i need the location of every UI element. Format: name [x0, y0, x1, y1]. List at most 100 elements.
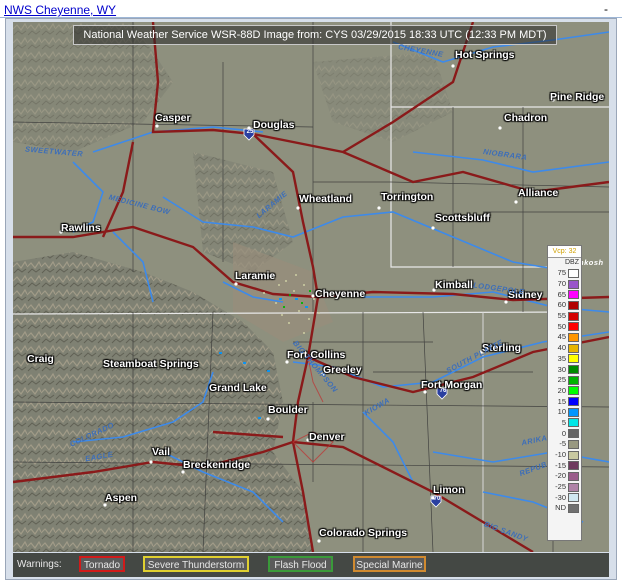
- city-label: Scottsbluff: [435, 212, 490, 224]
- legend-value: 70: [557, 279, 566, 289]
- legend-value: 55: [557, 311, 566, 321]
- legend-row: 50: [548, 321, 581, 332]
- legend-swatch: [568, 311, 579, 321]
- legend-row: 55: [548, 311, 581, 322]
- legend-swatch: [568, 279, 579, 289]
- city-label: Aspen: [105, 492, 138, 504]
- legend-swatch: [568, 300, 579, 310]
- legend-row: -5: [548, 439, 581, 450]
- legend-swatch: [568, 343, 579, 353]
- legend-row: -10: [548, 450, 581, 461]
- legend-row: 30: [548, 364, 581, 375]
- city-label: Hot Springs: [455, 49, 515, 61]
- legend-value: 35: [557, 353, 566, 363]
- special-marine-warning-button[interactable]: Special Marine: [353, 556, 426, 572]
- legend-swatch: [568, 461, 579, 471]
- legend-swatch: [568, 386, 579, 396]
- legend-swatch: [568, 354, 579, 364]
- legend-value: -30: [555, 492, 566, 502]
- legend-row: 60: [548, 300, 581, 311]
- legend-value: -25: [555, 482, 566, 492]
- legend-value: 65: [557, 289, 566, 299]
- legend-value: 20: [557, 385, 566, 395]
- interstate-shield-label: 25: [246, 129, 254, 135]
- city-label: Casper: [155, 112, 191, 124]
- legend-swatch: [568, 493, 579, 503]
- legend-row: 65: [548, 289, 581, 300]
- legend-swatch: [568, 375, 579, 385]
- legend-value: 25: [557, 375, 566, 385]
- legend-row: 0: [548, 428, 581, 439]
- city-label: Grand Lake: [209, 382, 267, 394]
- legend-value: 5: [561, 417, 566, 427]
- city-label: Laramie: [235, 270, 276, 282]
- legend-swatch: [568, 482, 579, 492]
- legend-unit: DBZ: [565, 259, 579, 266]
- legend-value: 10: [557, 407, 566, 417]
- legend-value: 15: [557, 396, 566, 406]
- legend-swatch: [568, 429, 579, 439]
- legend-value: -20: [555, 471, 566, 481]
- legend-row: 35: [548, 354, 581, 365]
- city-label: Douglas: [253, 119, 295, 131]
- legend-row: -25: [548, 482, 581, 493]
- warnings-bar: Warnings: Tornado Severe Thunderstorm Fl…: [13, 553, 609, 577]
- legend-row: 10: [548, 407, 581, 418]
- vcp-label: Vcp: 32: [548, 246, 581, 258]
- minimize-control[interactable]: -: [604, 2, 608, 16]
- nws-cheyenne-link[interactable]: NWS Cheyenne, WY: [4, 3, 116, 17]
- legend-swatch: [568, 268, 579, 278]
- city-label: Denver: [309, 431, 345, 443]
- legend-swatch: [568, 332, 579, 342]
- legend-row: 20: [548, 386, 581, 397]
- legend-value: -5: [559, 439, 566, 449]
- legend-value: ND: [555, 503, 566, 513]
- city-label: Breckenridge: [183, 459, 251, 471]
- legend-swatch: [568, 397, 579, 407]
- legend-value: 75: [557, 268, 566, 278]
- city-label: Greeley: [323, 364, 362, 376]
- city-label: Colorado Springs: [319, 527, 408, 539]
- legend-value: 60: [557, 300, 566, 310]
- legend-row: 40: [548, 343, 581, 354]
- legend-row: 45: [548, 332, 581, 343]
- legend-swatch: [568, 407, 579, 417]
- legend-value: 0: [561, 428, 566, 438]
- interstate-shield-label: 70: [433, 496, 441, 502]
- legend-value: -10: [555, 450, 566, 460]
- city-label: Cheyenne: [315, 288, 366, 300]
- legend-row: -30: [548, 492, 581, 503]
- city-label: Wheatland: [299, 193, 353, 205]
- city-label: Vail: [152, 446, 171, 458]
- radar-map: National Weather Service WSR-88D Image f…: [13, 22, 609, 552]
- severe-thunderstorm-warning-button[interactable]: Severe Thunderstorm: [143, 556, 249, 572]
- interstate-shield-label: 76: [439, 388, 447, 394]
- legend-row: 5: [548, 418, 581, 429]
- legend-row: 70: [548, 279, 581, 290]
- legend-value: 30: [557, 364, 566, 374]
- city-label: Pine Ridge: [550, 91, 605, 103]
- legend-row: 25: [548, 375, 581, 386]
- legend-value: 50: [557, 321, 566, 331]
- legend-row: ND: [548, 503, 581, 514]
- city-label: Chadron: [504, 112, 548, 124]
- legend-swatch: [568, 450, 579, 460]
- city-label: Fort Morgan: [421, 379, 483, 391]
- city-label: Alliance: [518, 187, 559, 199]
- legend-row: -20: [548, 471, 581, 482]
- radar-image-header: National Weather Service WSR-88D Image f…: [73, 25, 557, 45]
- legend-swatch: [568, 471, 579, 481]
- legend-row: 15: [548, 396, 581, 407]
- city-label: Steamboat Springs: [103, 358, 199, 370]
- city-label: Boulder: [268, 404, 308, 416]
- tornado-warning-button[interactable]: Tornado: [79, 556, 125, 572]
- legend-swatch: [568, 439, 579, 449]
- city-label: Craig: [27, 353, 54, 365]
- dbz-legend: Vcp: 32 DBZ 75 70 65 60 55 50 45 40 35 30 25 20 15 10…: [547, 245, 582, 541]
- legend-swatch: [568, 503, 579, 513]
- legend-swatch: [568, 418, 579, 428]
- flash-flood-warning-button[interactable]: Flash Flood: [268, 556, 333, 572]
- legend-value: -15: [555, 460, 566, 470]
- legend-value: 45: [557, 332, 566, 342]
- city-label: Kimball: [435, 279, 473, 291]
